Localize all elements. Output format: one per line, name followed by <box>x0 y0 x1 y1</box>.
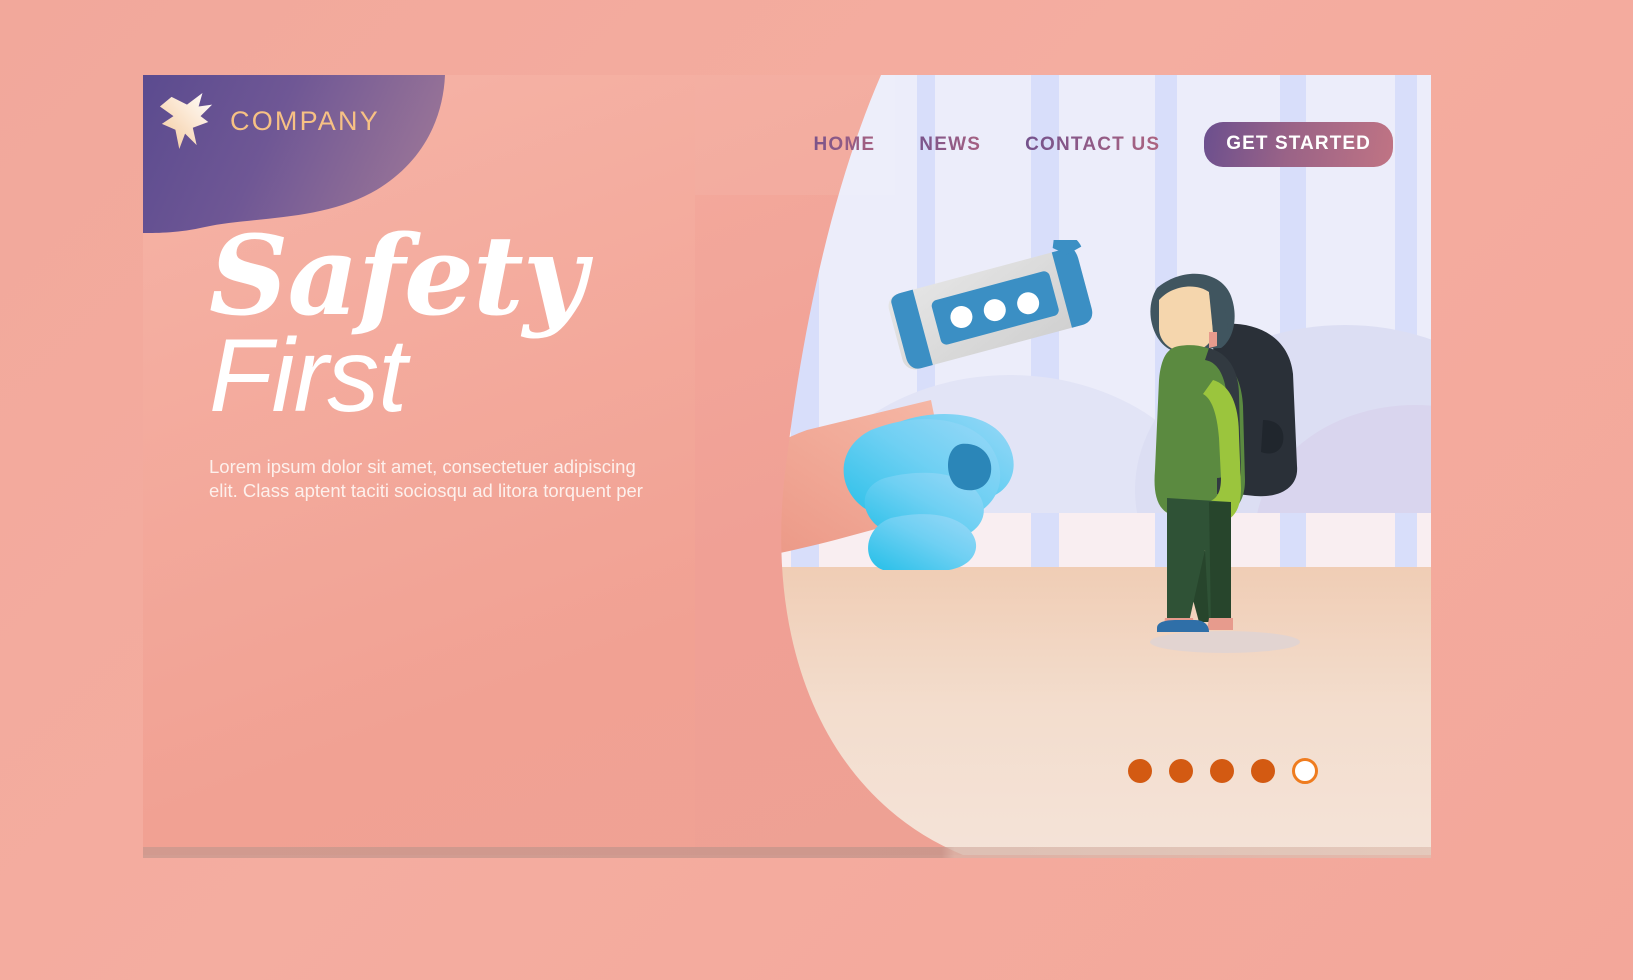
brand-logo[interactable]: COMPANY <box>158 91 380 151</box>
nav-item-contact-us[interactable]: CONTACT US <box>1003 134 1182 156</box>
wall-stripe-lower <box>1395 513 1417 568</box>
carousel-dots <box>1128 758 1318 784</box>
main-navigation: HOME NEWS CONTACT US GET STARTED <box>791 122 1393 167</box>
nav-item-home[interactable]: HOME <box>791 134 897 156</box>
carousel-dot-3[interactable] <box>1210 759 1234 783</box>
hero-title-line-1: Safety <box>209 211 587 340</box>
hero-card: COMPANY HOME NEWS CONTACT US GET STARTED… <box>143 75 1431 855</box>
hero-paragraph: Lorem ipsum dolor sit amet, consectetuer… <box>209 455 643 502</box>
carousel-dot-4[interactable] <box>1251 759 1275 783</box>
brand-wordmark: COMPANY <box>230 105 380 136</box>
carousel-dot-2[interactable] <box>1169 759 1193 783</box>
nav-item-news[interactable]: NEWS <box>897 134 1003 156</box>
carousel-dot-5-active[interactable] <box>1292 758 1318 784</box>
bird-star-logo-icon <box>159 92 213 150</box>
carousel-dot-1[interactable] <box>1128 759 1152 783</box>
hero-copy: Safety First Lorem ipsum dolor sit amet,… <box>209 211 729 504</box>
card-bottom-shadow <box>143 847 1431 858</box>
get-started-button[interactable]: GET STARTED <box>1204 122 1393 167</box>
